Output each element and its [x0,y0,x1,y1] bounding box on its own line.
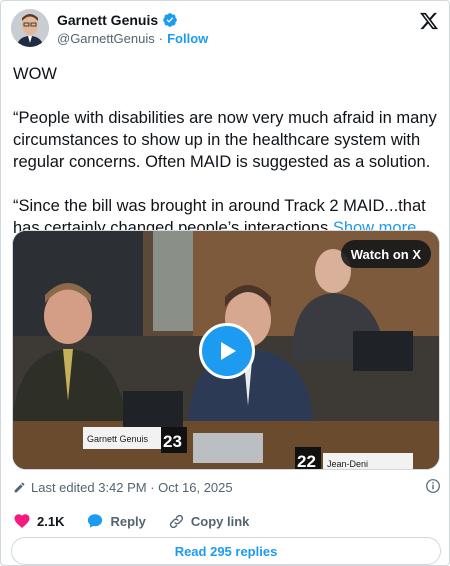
author-avatar[interactable] [11,9,49,47]
reply-bubble-icon [88,514,103,528]
reply-button[interactable]: Reply [86,512,146,530]
link-icon [169,514,183,528]
info-icon[interactable] [425,478,441,494]
play-button[interactable] [199,323,255,379]
author-handle-row: @GarnettGenuis · Follow [57,31,208,46]
reply-label: Reply [110,513,146,529]
tweet-paragraph: WOW [13,65,57,83]
tweet-paragraph: “People with disabilities are now very m… [13,109,437,171]
heart-icon [14,514,30,529]
watch-on-x-button[interactable]: Watch on X [340,240,431,268]
separator-dot: · [158,31,164,46]
tweet-meta: Last edited 3:42 PM · Oct 16, 2025 [13,477,441,497]
follow-button[interactable]: Follow [167,31,208,46]
x-logo-icon[interactable] [419,11,439,31]
pencil-icon [13,481,26,494]
play-icon [221,342,236,360]
verified-badge-icon [162,12,178,28]
copy-link-label: Copy link [190,513,250,529]
nameplate-right: Jean-Deni [327,459,368,469]
video-media[interactable]: Garnett Genuis 23 22 Jean-Deni Watch on … [12,230,440,470]
like-count: 2.1K [37,513,65,529]
read-replies-button[interactable]: Read 295 replies [11,537,441,565]
tweet-actions: 2.1K Reply Copy link [13,511,271,531]
nameplate-left: Garnett Genuis [87,434,149,444]
tweet-text: WOW “People with disabilities are now ve… [13,63,441,239]
author-handle[interactable]: @GarnettGenuis [57,31,155,46]
like-button[interactable]: 2.1K [13,512,64,530]
seat-number-right: 22 [297,452,316,470]
last-edited-timestamp[interactable]: Last edited 3:42 PM · Oct 16, 2025 [31,480,233,495]
author-display-name[interactable]: Garnett Genuis [57,12,158,28]
seat-number-left: 23 [163,432,182,451]
tweet-embed-card: Garnett Genuis @GarnettGenuis · Follow WOW… [0,0,450,566]
copy-link-button[interactable]: Copy link [168,513,250,530]
tweet-header: Garnett Genuis @GarnettGenuis · Follow [11,9,441,53]
